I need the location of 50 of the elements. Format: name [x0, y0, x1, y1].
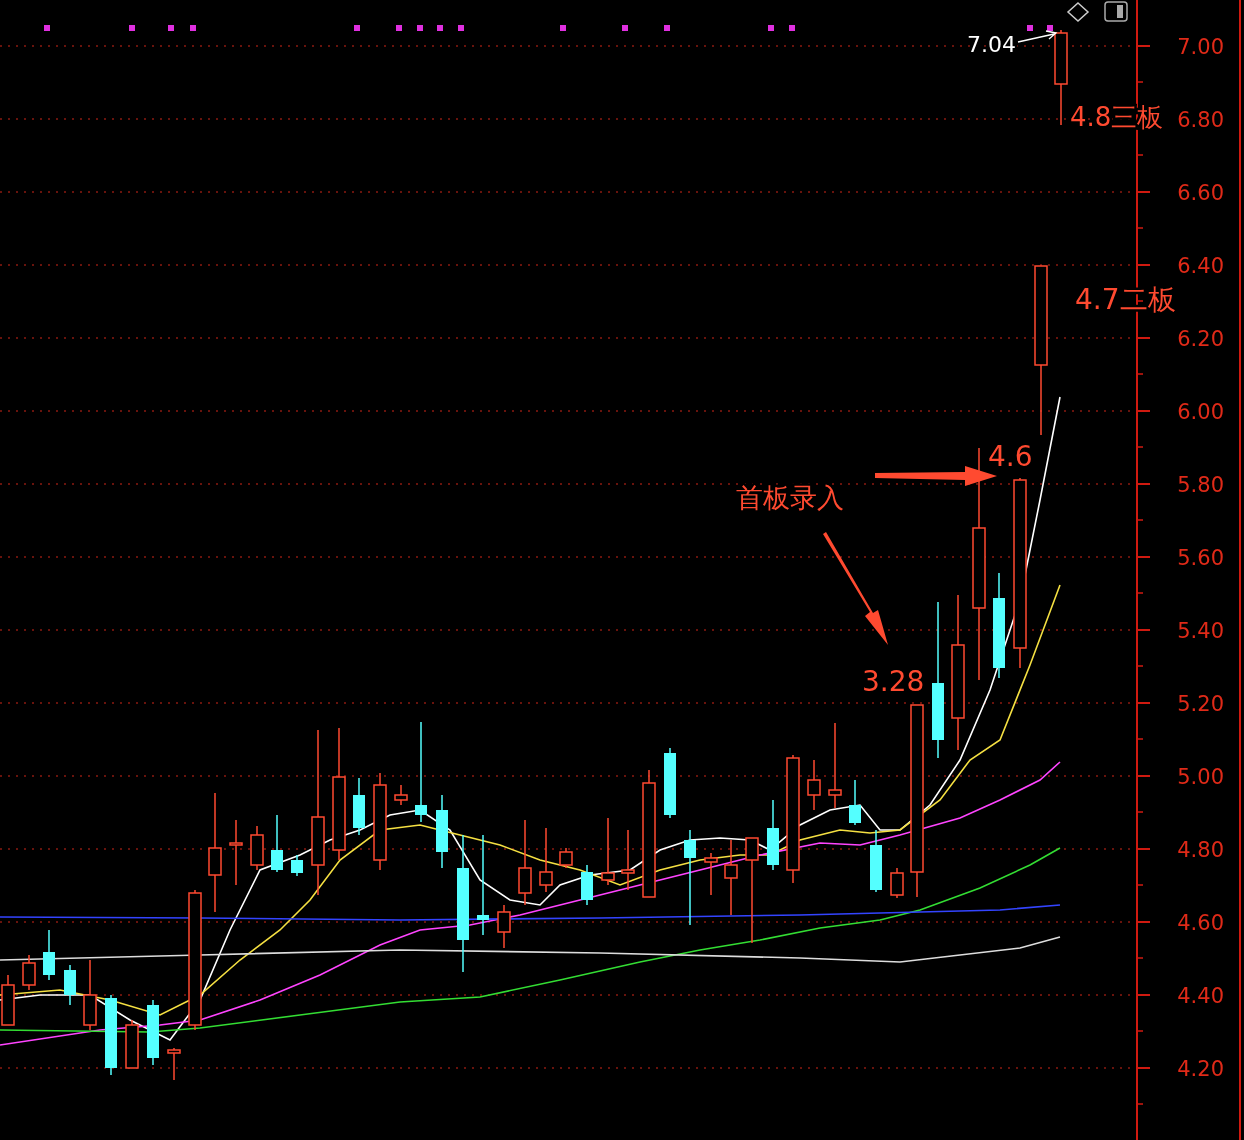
candlestick [271, 814, 283, 873]
axis-tick-label: 6.80 [1177, 108, 1224, 132]
candlestick [601, 817, 615, 886]
candlestick [353, 777, 365, 836]
axis-tick-label: 5.80 [1177, 473, 1224, 497]
axis-tick-label: 5.20 [1177, 692, 1224, 716]
annotation-text: 4.6 [988, 440, 1033, 473]
candlestick [807, 759, 821, 811]
axis-tick-label: 4.80 [1177, 838, 1224, 862]
candlestick [559, 847, 573, 869]
axis-tick-label: 6.40 [1177, 254, 1224, 278]
candlestick [581, 864, 593, 906]
axis-tick-label: 6.00 [1177, 400, 1224, 424]
candlestick [394, 784, 408, 806]
arrow-icon [823, 532, 888, 645]
candlestick [664, 747, 676, 819]
candlestick [250, 825, 264, 871]
candlestick [497, 904, 511, 949]
candlestick [83, 959, 97, 1031]
candlestick [229, 819, 243, 886]
arrow-icon [875, 466, 997, 486]
candlestick [22, 954, 36, 991]
axis-tick-label: 6.20 [1177, 327, 1224, 351]
candlestick [64, 964, 76, 1006]
candlestick [767, 799, 779, 871]
leader-line [1017, 30, 1058, 43]
candlestick [291, 854, 303, 877]
axis-tick-label: 5.00 [1177, 765, 1224, 789]
axis-tick-label: 4.40 [1177, 984, 1224, 1008]
axis-tick-label: 4.20 [1177, 1057, 1224, 1081]
candlestick [125, 1019, 139, 1069]
panel-toggle-icon[interactable] [1104, 1, 1128, 22]
candlestick [147, 999, 159, 1066]
axis-tick-label: 5.60 [1177, 546, 1224, 570]
axis-tick-label: 5.40 [1177, 619, 1224, 643]
annotation-text: 首板录入 [736, 482, 844, 513]
axis-tick-label: 6.60 [1177, 181, 1224, 205]
candlestick [870, 829, 882, 893]
candlestick [167, 1047, 181, 1081]
candlestick [621, 829, 635, 891]
candlestick [539, 827, 553, 893]
axis-tick-label: 7.00 [1177, 35, 1224, 59]
annotation-text: 3.28 [862, 665, 925, 698]
candlestick [43, 929, 55, 981]
axis-tick-label: 4.60 [1177, 911, 1224, 935]
diamond-icon[interactable] [1066, 2, 1090, 22]
high-price-label: 7.04 [967, 32, 1016, 57]
candlestick [849, 779, 861, 826]
candlestick [704, 852, 718, 896]
candlestick [890, 867, 904, 899]
